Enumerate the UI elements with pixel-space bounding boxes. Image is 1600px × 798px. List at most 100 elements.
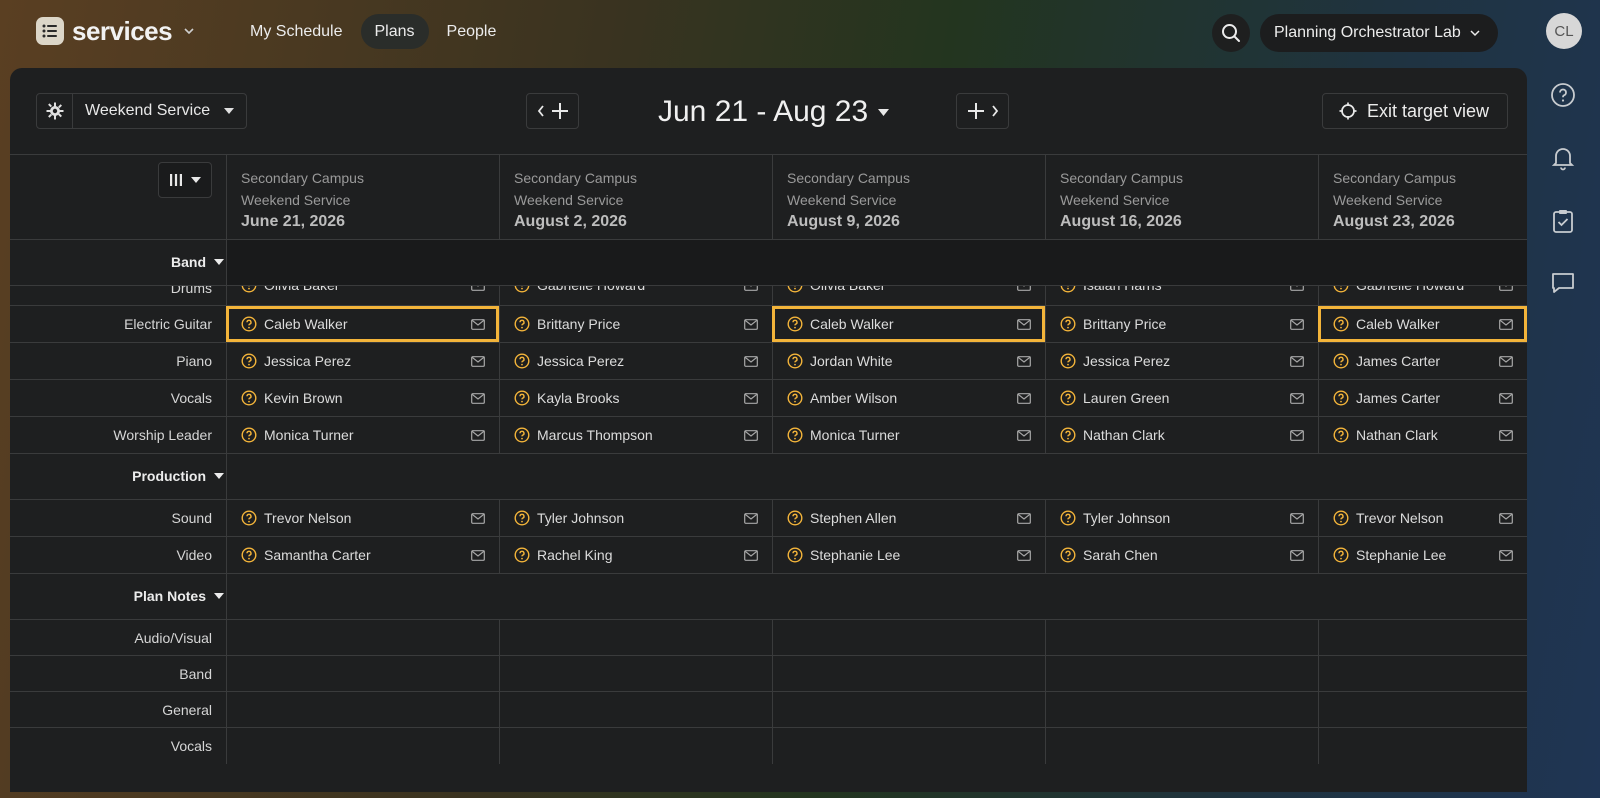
schedule-cell[interactable]: Olivia Baker [226,286,499,305]
mail-icon[interactable] [744,355,758,367]
schedule-cell[interactable]: James Carter [1318,380,1527,416]
person-name[interactable]: Trevor Nelson [1356,510,1499,526]
person-name[interactable]: Caleb Walker [810,316,1017,332]
person-name[interactable]: Caleb Walker [264,316,471,332]
plan-column-header[interactable]: Secondary Campus Weekend Service August … [499,155,772,240]
person-name[interactable]: Stephanie Lee [1356,547,1499,563]
mail-icon[interactable] [471,512,485,524]
person-name[interactable]: Isaiah Harris [1083,286,1290,293]
date-range-picker[interactable]: Jun 21 - Aug 23 [658,92,890,132]
schedule-cell[interactable]: Trevor Nelson [1318,500,1527,536]
mail-icon[interactable] [1017,355,1031,367]
person-name[interactable]: Jessica Perez [537,353,744,369]
schedule-cell[interactable]: Jessica Perez [499,343,772,379]
section-toggle-production[interactable]: Production [132,468,224,484]
note-cell[interactable] [226,728,499,764]
note-cell[interactable] [1318,656,1527,691]
note-cell[interactable] [1318,620,1527,655]
mail-icon[interactable] [1499,286,1513,291]
mail-icon[interactable] [1290,512,1304,524]
schedule-cell[interactable]: Rachel King [499,537,772,573]
mail-icon[interactable] [744,549,758,561]
person-name[interactable]: Kevin Brown [264,390,471,406]
column-settings-button[interactable] [158,162,212,198]
schedule-cell[interactable]: James Carter [1318,343,1527,379]
person-name[interactable]: Trevor Nelson [264,510,471,526]
person-name[interactable]: Brittany Price [1083,316,1290,332]
schedule-cell[interactable]: Trevor Nelson [226,500,499,536]
mail-icon[interactable] [471,355,485,367]
schedule-cell[interactable]: Jessica Perez [226,343,499,379]
schedule-cell[interactable]: Kevin Brown [226,380,499,416]
schedule-cell[interactable]: Stephanie Lee [1318,537,1527,573]
person-name[interactable]: Olivia Baker [264,286,471,293]
mail-icon[interactable] [471,318,485,330]
person-name[interactable]: Rachel King [537,547,744,563]
schedule-cell[interactable]: Jordan White [772,343,1045,379]
schedule-cell[interactable]: Brittany Price [1045,306,1318,342]
mail-icon[interactable] [1499,549,1513,561]
note-cell[interactable] [1045,620,1318,655]
schedule-cell[interactable]: Monica Turner [226,417,499,453]
person-name[interactable]: Jessica Perez [264,353,471,369]
schedule-cell[interactable]: Stephen Allen [772,500,1045,536]
mail-icon[interactable] [1499,318,1513,330]
note-cell[interactable] [1318,728,1527,764]
mail-icon[interactable] [1290,429,1304,441]
mail-icon[interactable] [1017,512,1031,524]
person-name[interactable]: Lauren Green [1083,390,1290,406]
person-name[interactable]: Tyler Johnson [537,510,744,526]
person-name[interactable]: Samantha Carter [264,547,471,563]
person-name[interactable]: Nathan Clark [1356,427,1499,443]
schedule-cell[interactable]: Sarah Chen [1045,537,1318,573]
note-cell[interactable] [1318,692,1527,727]
schedule-cell[interactable]: Kayla Brooks [499,380,772,416]
person-name[interactable]: Caleb Walker [1356,316,1499,332]
mail-icon[interactable] [1017,318,1031,330]
schedule-cell[interactable]: Samantha Carter [226,537,499,573]
schedule-cell[interactable]: Amber Wilson [772,380,1045,416]
schedule-cell[interactable]: Caleb Walker [1318,306,1527,342]
mail-icon[interactable] [1499,355,1513,367]
schedule-cell[interactable]: Caleb Walker [226,306,499,342]
plan-column-header[interactable]: Secondary Campus Weekend Service June 21… [226,155,499,240]
mail-icon[interactable] [1290,549,1304,561]
gear-icon[interactable] [37,94,73,128]
person-name[interactable]: Nathan Clark [1083,427,1290,443]
note-cell[interactable] [499,692,772,727]
mail-icon[interactable] [1499,392,1513,404]
person-name[interactable]: Gabrielle Howard [537,286,744,293]
note-cell[interactable] [499,656,772,691]
person-name[interactable]: Stephen Allen [810,510,1017,526]
plan-column-header[interactable]: Secondary Campus Weekend Service August … [772,155,1045,240]
schedule-cell[interactable]: Olivia Baker [772,286,1045,305]
note-cell[interactable] [772,692,1045,727]
person-name[interactable]: James Carter [1356,353,1499,369]
person-name[interactable]: Olivia Baker [810,286,1017,293]
mail-icon[interactable] [1499,512,1513,524]
schedule-cell[interactable]: Gabrielle Howard [1318,286,1527,305]
schedule-cell[interactable]: Brittany Price [499,306,772,342]
person-name[interactable]: Monica Turner [264,427,471,443]
mail-icon[interactable] [1017,286,1031,291]
mail-icon[interactable] [471,286,485,291]
note-cell[interactable] [1045,728,1318,764]
person-name[interactable]: Gabrielle Howard [1356,286,1499,293]
schedule-cell[interactable]: Tyler Johnson [1045,500,1318,536]
help-icon[interactable] [1548,80,1578,110]
mail-icon[interactable] [1017,429,1031,441]
note-cell[interactable] [226,692,499,727]
add-previous-week-button[interactable] [526,93,579,129]
person-name[interactable]: Sarah Chen [1083,547,1290,563]
schedule-cell[interactable]: Marcus Thompson [499,417,772,453]
person-name[interactable]: Kayla Brooks [537,390,744,406]
nav-plans[interactable]: Plans [360,14,429,49]
mail-icon[interactable] [471,392,485,404]
task-clipboard-icon[interactable] [1548,206,1578,236]
section-toggle-band[interactable]: Band [171,254,224,270]
add-next-week-button[interactable] [956,93,1009,129]
mail-icon[interactable] [1290,392,1304,404]
mail-icon[interactable] [744,392,758,404]
schedule-cell[interactable]: Tyler Johnson [499,500,772,536]
person-name[interactable]: Amber Wilson [810,390,1017,406]
